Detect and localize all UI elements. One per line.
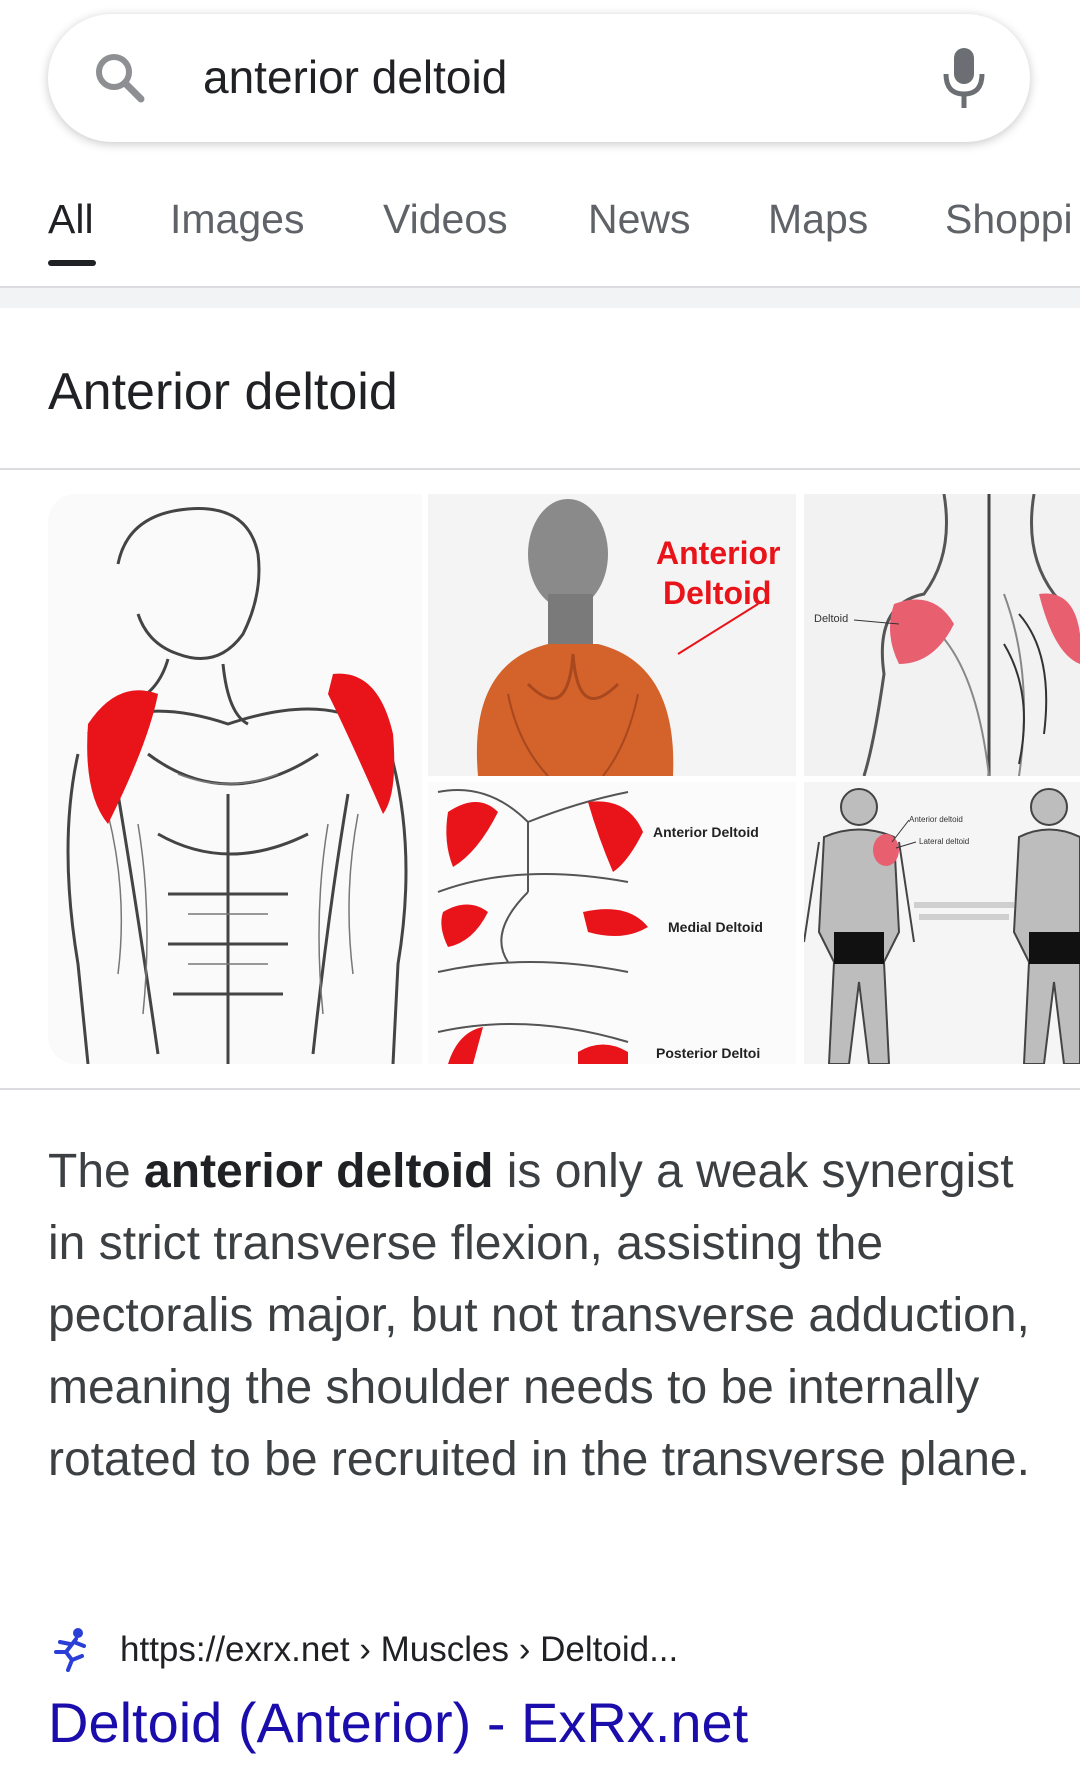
section-separator [0, 288, 1080, 308]
bodybuilder-figures-image: Anterior deltoid Lateral deltoid [804, 788, 1080, 1064]
label-lateral-deltoid-figure: Lateral deltoid [919, 837, 969, 846]
page-title: Anterior deltoid [48, 363, 398, 421]
description-bold: anterior deltoid [144, 1145, 494, 1198]
description-text: The anterior deltoid is only a weak syne… [48, 1136, 1038, 1496]
label-anterior-deltoid: Anterior Deltoid [653, 824, 759, 840]
search-input[interactable]: anterior deltoid [203, 50, 507, 104]
tab-news[interactable]: News [588, 196, 691, 243]
search-icon[interactable] [90, 48, 150, 108]
bust-label-line1: Anterior [656, 535, 780, 571]
search-tabs: All Images Videos News Maps Shoppi [0, 180, 1080, 270]
image-thumbnail-torso[interactable] [48, 494, 422, 1064]
search-box[interactable]: anterior deltoid [48, 14, 1030, 142]
bust-label-line2: Deltoid [663, 575, 771, 611]
divider [0, 1088, 1080, 1090]
label-anterior-deltoid-figure: Anterior deltoid [909, 815, 963, 824]
running-figure-icon [54, 1628, 86, 1672]
source-url[interactable]: https://exrx.net › Muscles › Deltoid... [120, 1630, 678, 1670]
result-title-link[interactable]: Deltoid (Anterior) - ExRx.net [48, 1690, 748, 1755]
anatomical-bust-image: Anterior Deltoid [476, 499, 780, 776]
image-gallery: Anterior Deltoid Deltoid Anterior Deltoi… [48, 494, 1080, 1064]
deltoid-heads-image: Anterior Deltoid Medial Deltoid Posterio… [437, 789, 763, 1064]
image-thumbnail-bust[interactable]: Anterior Deltoid [428, 494, 796, 776]
tab-videos[interactable]: Videos [383, 196, 508, 243]
tab-maps[interactable]: Maps [768, 196, 868, 243]
back-view-image: Deltoid [814, 494, 1080, 776]
microphone-icon[interactable] [934, 44, 994, 112]
tab-shopping[interactable]: Shoppi [945, 196, 1073, 243]
divider [0, 468, 1080, 470]
label-posterior-deltoid: Posterior Deltoi [656, 1045, 760, 1061]
description-lead: The [48, 1145, 145, 1198]
label-medial-deltoid: Medial Deltoid [668, 919, 763, 935]
tab-images[interactable]: Images [170, 196, 304, 243]
image-thumbnail-deltoid-heads[interactable]: Anterior Deltoid Medial Deltoid Posterio… [428, 782, 796, 1064]
back-view-label: Deltoid [814, 613, 848, 625]
torso-sketch-image [66, 507, 408, 1064]
image-thumbnail-back-view[interactable]: Deltoid [804, 494, 1080, 776]
image-thumbnail-figures[interactable]: Anterior deltoid Lateral deltoid [804, 782, 1080, 1064]
active-tab-indicator [48, 260, 96, 266]
tab-all[interactable]: All [48, 196, 94, 243]
